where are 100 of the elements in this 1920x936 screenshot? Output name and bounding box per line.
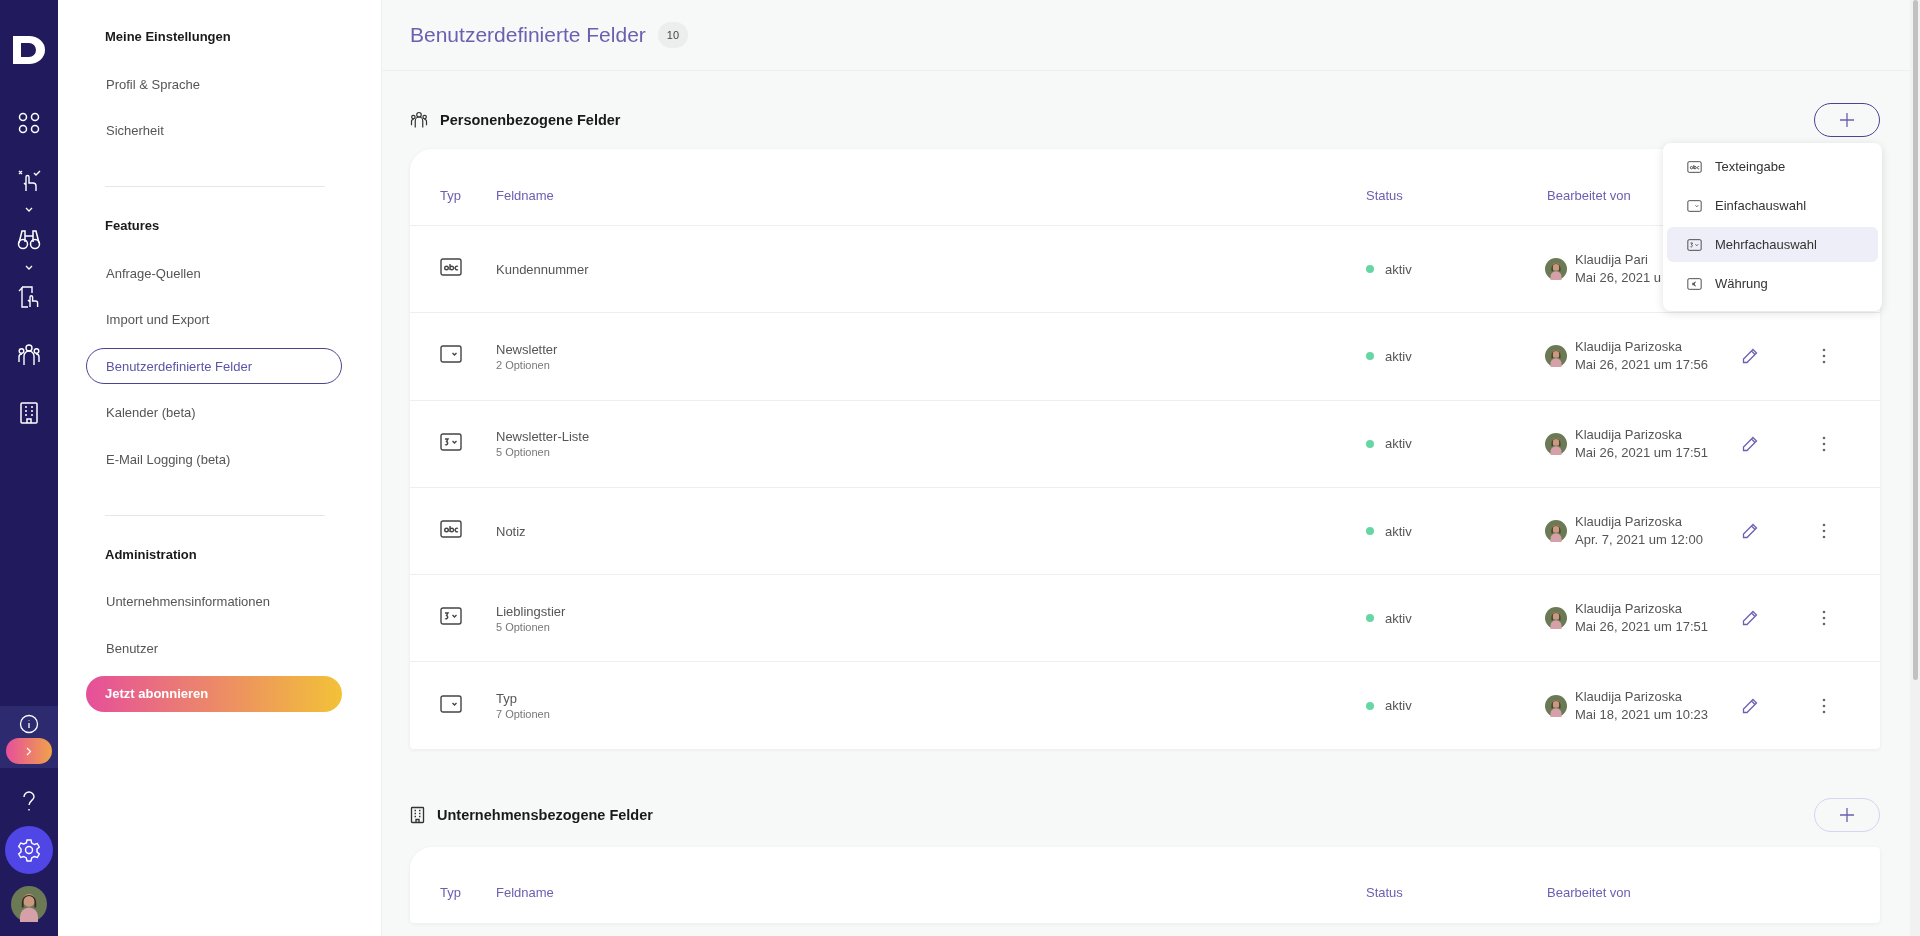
field-name: Kundennummer bbox=[496, 261, 590, 277]
chevron-icon bbox=[25, 265, 33, 270]
field-name: Newsletter-Liste bbox=[496, 429, 591, 445]
pencil-icon bbox=[1742, 435, 1758, 452]
pencil-icon bbox=[1742, 697, 1758, 714]
plus-icon bbox=[1839, 806, 1855, 823]
status-dot bbox=[1366, 439, 1374, 448]
more-icon bbox=[1822, 697, 1826, 714]
plus-icon bbox=[1839, 112, 1855, 128]
pencil-icon bbox=[1742, 348, 1758, 365]
text-field-icon bbox=[440, 258, 462, 277]
menu-item-label: Mehrfachauswahl bbox=[1715, 237, 1817, 252]
menu-item[interactable]: Texteingabe bbox=[1667, 149, 1878, 184]
status-dot bbox=[1366, 614, 1374, 623]
sidebar-item[interactable]: Import und Export bbox=[86, 301, 342, 338]
sidebar-item[interactable]: E-Mail Logging (beta) bbox=[86, 441, 342, 477]
scrollbar[interactable] bbox=[1910, 0, 1920, 936]
text-field-icon bbox=[440, 520, 462, 539]
more-icon bbox=[1822, 435, 1826, 452]
dropdown-field-icon bbox=[440, 345, 462, 364]
field-name: Newsletter bbox=[496, 341, 559, 357]
sidebar-item[interactable]: Profil & Sprache bbox=[86, 66, 342, 102]
avatar bbox=[1545, 345, 1567, 368]
options-count: 7 Optionen bbox=[496, 708, 551, 721]
section-title: Unternehmensbezogene Felder bbox=[437, 806, 653, 823]
column-header: Status bbox=[1366, 187, 1404, 203]
more-icon bbox=[1822, 610, 1826, 627]
pencil-icon bbox=[1742, 610, 1758, 627]
more-icon bbox=[1822, 348, 1826, 365]
column-header: Typ bbox=[440, 187, 462, 203]
status-text: aktiv bbox=[1385, 436, 1412, 452]
sidebar-item[interactable]: Benutzer bbox=[86, 630, 342, 666]
avatar bbox=[11, 886, 47, 922]
building-icon bbox=[19, 401, 39, 425]
help-icon bbox=[22, 791, 36, 813]
sidebar-item[interactable]: Kalender (beta) bbox=[86, 394, 342, 431]
avatar bbox=[1545, 607, 1567, 630]
field-name: Notiz bbox=[496, 523, 527, 539]
status-text: aktiv bbox=[1385, 610, 1412, 626]
edit-date: Apr. 7, 2021 um 12:00 bbox=[1575, 531, 1703, 550]
edit-date: Mai 26, 2021 um 17:56 bbox=[1575, 356, 1708, 375]
pencil-icon bbox=[1742, 523, 1758, 540]
column-header: Bearbeitet von bbox=[1547, 885, 1632, 901]
more-icon bbox=[1822, 523, 1826, 540]
editor-name: Klaudija Parizoska bbox=[1575, 425, 1683, 444]
people-icon bbox=[17, 343, 41, 367]
section-heading: Features bbox=[105, 218, 161, 235]
sidebar-item[interactable]: Sicherheit bbox=[86, 112, 342, 149]
editor-name: Klaudija Pari bbox=[1575, 251, 1649, 270]
section-heading: Meine Einstellungen bbox=[105, 29, 232, 46]
people-icon bbox=[410, 111, 428, 129]
column-header: Status bbox=[1366, 885, 1404, 901]
menu-item-label: Einfachauswahl bbox=[1715, 198, 1807, 213]
edit-date: Mai 26, 2021 um 17:51 bbox=[1575, 618, 1708, 637]
apps-icon bbox=[18, 112, 40, 134]
user-avatar[interactable] bbox=[11, 886, 47, 922]
options-count: 5 Optionen bbox=[496, 446, 551, 459]
count-badge: 10 bbox=[657, 22, 689, 48]
settings-icon bbox=[17, 838, 41, 862]
document-hand-icon bbox=[17, 285, 41, 309]
expand-button[interactable] bbox=[6, 738, 52, 764]
column-header: Bearbeitet von bbox=[1547, 187, 1632, 203]
chevron-icon bbox=[25, 207, 33, 212]
avatar bbox=[1545, 520, 1567, 543]
field-name: Typ bbox=[496, 691, 518, 707]
section-title: Personenbezogene Felder bbox=[440, 112, 621, 128]
status-dot bbox=[1366, 265, 1374, 274]
edit-date: Mai 18, 2021 um 10:23 bbox=[1575, 705, 1708, 724]
text-field-icon bbox=[1687, 160, 1702, 173]
page-title: Benutzerdefinierte Felder bbox=[410, 23, 646, 47]
editor-name: Klaudija Parizoska bbox=[1575, 513, 1683, 532]
status-dot bbox=[1366, 527, 1374, 536]
settings-button[interactable] bbox=[5, 826, 53, 874]
menu-item[interactable]: Einfachauswahl bbox=[1667, 188, 1878, 223]
dropdown-field-icon bbox=[1687, 199, 1702, 212]
menu-item[interactable]: Mehrfachauswahl bbox=[1667, 227, 1878, 262]
multi-select-field-icon bbox=[1687, 238, 1702, 251]
field-name: Lieblingstier bbox=[496, 603, 567, 619]
column-header: Feldname bbox=[496, 187, 555, 203]
menu-item-label: Texteingabe bbox=[1715, 159, 1786, 174]
sidebar-item[interactable]: Unternehmensinformationen bbox=[86, 583, 342, 620]
status-text: aktiv bbox=[1385, 698, 1412, 714]
column-header: Feldname bbox=[496, 885, 555, 901]
avatar bbox=[1545, 432, 1567, 455]
editor-name: Klaudija Parizoska bbox=[1575, 600, 1683, 619]
section-heading: Administration bbox=[105, 546, 198, 564]
edit-date: Mai 26, 2021 u bbox=[1575, 269, 1661, 288]
building-icon bbox=[410, 805, 425, 824]
chevron-right-icon bbox=[26, 746, 32, 756]
column-header: Typ bbox=[440, 885, 462, 901]
editor-name: Klaudija Parizoska bbox=[1575, 338, 1683, 357]
status-text: aktiv bbox=[1385, 261, 1412, 277]
menu-item[interactable]: Währung bbox=[1667, 266, 1878, 301]
status-dot bbox=[1366, 352, 1374, 361]
status-text: aktiv bbox=[1385, 348, 1412, 364]
binoculars-icon bbox=[17, 228, 41, 250]
multi-select-field-icon bbox=[440, 432, 462, 451]
avatar bbox=[1545, 694, 1567, 717]
dropdown-field-icon bbox=[440, 694, 462, 713]
sidebar-item[interactable]: Anfrage-Quellen bbox=[86, 255, 342, 291]
